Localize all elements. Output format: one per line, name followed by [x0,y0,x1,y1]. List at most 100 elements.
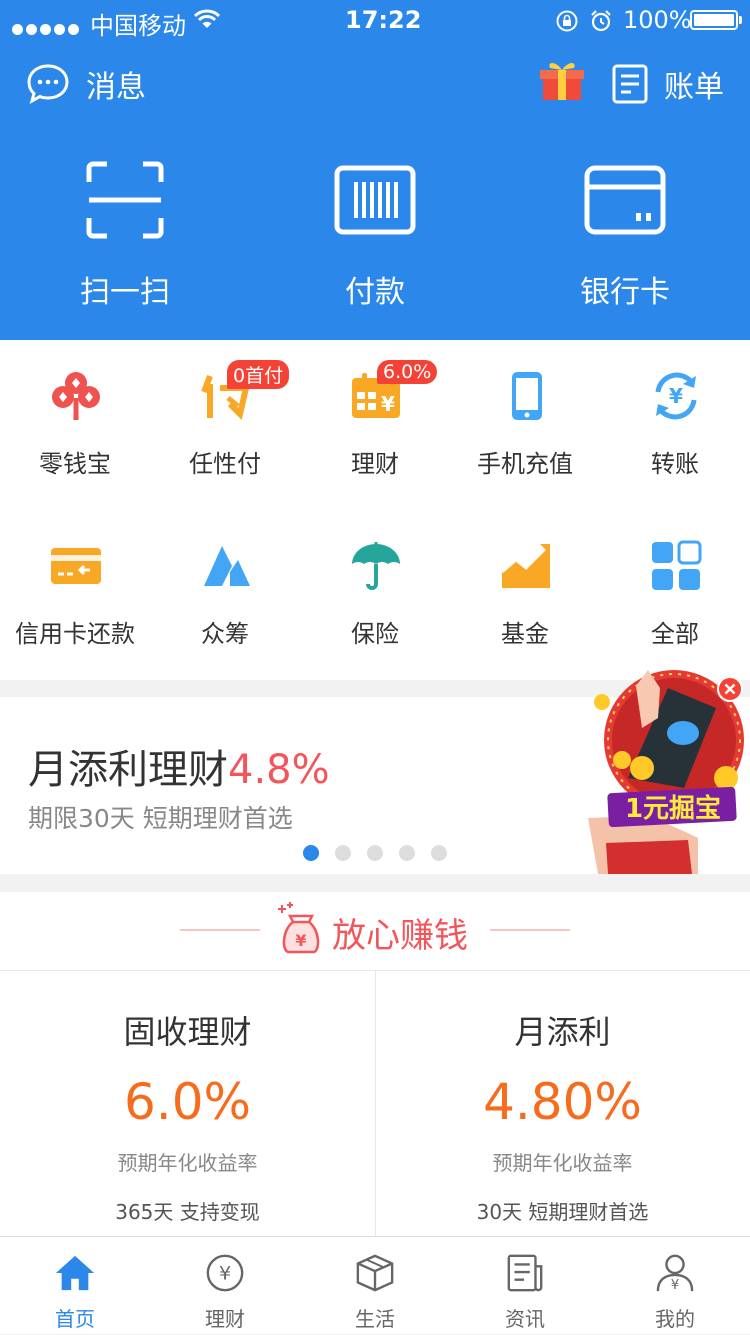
grid-item-all[interactable]: 全部 [600,510,750,680]
carousel-dot[interactable] [431,845,447,861]
grid-item-insurance[interactable]: 保险 [300,510,450,680]
card-rate-label: 预期年化收益率 [492,1151,633,1175]
divider-line [490,929,570,931]
carousel-indicator [303,845,463,861]
credit-card-icon [51,548,101,584]
barcode-icon [334,165,416,235]
svg-text:¥: ¥ [295,931,306,950]
clock: 17:22 [345,6,422,34]
pay-label: 付款 [345,275,405,310]
grid-item-badge: 6.0% [377,360,438,384]
card-rate-label: 预期年化收益率 [117,1151,258,1175]
grid-item-lingqianbao[interactable]: 零钱宝 [0,340,150,510]
grid-item-fund[interactable]: 基金 [450,510,600,680]
bank-card-label: 银行卡 [580,275,670,310]
section-title: 放心赚钱 [332,916,468,956]
bank-card-button[interactable]: 银行卡 [525,155,725,311]
tab-label: 我的 [655,1307,695,1331]
svg-text:¥: ¥ [669,384,683,408]
carousel-dot[interactable] [399,845,415,861]
tab-life[interactable]: 生活 [300,1237,450,1335]
tab-home[interactable]: 首页 [0,1237,150,1335]
tab-label: 理财 [205,1307,245,1331]
home-icon [55,1255,95,1291]
tab-news[interactable]: 资讯 [450,1237,600,1335]
earn-section: ¥ 放心赚钱 固收理财 6.0% 预期年化收益率 365天 支持变现 月添利 4… [0,892,750,1236]
tab-label: 生活 [355,1307,395,1331]
yuan-circle-icon: ¥ [206,1254,244,1292]
card-desc: 365天 支持变现 [115,1200,260,1224]
card-rate: 4.80% [483,1073,642,1131]
fund-chart-icon [501,544,550,588]
clover-icon [52,372,100,420]
carousel-dot[interactable] [335,845,351,861]
crowdfunding-icon [204,546,250,586]
svg-text:¥: ¥ [219,1263,231,1285]
grid-item-crowdfunding[interactable]: 众筹 [150,510,300,680]
promo-float[interactable]: 1元掘宝 [588,668,750,874]
grid-item-label: 转账 [651,450,699,478]
transfer-icon: ¥ [655,372,697,420]
battery-tip [739,16,742,24]
bill-icon [612,64,648,104]
pay-button[interactable]: 付款 [275,155,475,311]
grid-item-transfer[interactable]: ¥ 转账 [600,340,750,510]
grid-item-label: 零钱宝 [39,450,111,478]
messages-button[interactable]: 消息 [26,62,146,106]
messages-label: 消息 [86,70,146,105]
banner-title-text: 月添利理财 [28,747,228,793]
bank-card-icon [584,165,666,235]
signal-icon [12,13,82,41]
product-card-yuetianli[interactable]: 月添利 4.80% 预期年化收益率 30天 短期理财首选 [375,971,750,1236]
gift-icon[interactable] [537,58,587,102]
grid-item-label: 信用卡还款 [15,620,135,648]
tab-bar: 首页 ¥ 理财 生活 资讯 ¥ 我的 [0,1236,750,1334]
tab-licai[interactable]: ¥ 理财 [150,1237,300,1335]
svg-text:¥: ¥ [671,1278,679,1293]
header: 中国移动 17:22 100% 消息 账单 扫一扫 付款 银行卡 [0,0,750,340]
grid-item-badge: 0首付 [227,360,290,389]
umbrella-icon [352,542,400,590]
rotation-lock-icon [556,10,578,32]
tab-mine[interactable]: ¥ 我的 [600,1237,750,1335]
card-title: 固收理财 [123,1013,252,1051]
grid-item-label: 全部 [651,620,699,648]
card-title: 月添利 [514,1013,611,1051]
scan-icon [86,161,164,239]
carousel-dot[interactable] [303,845,319,861]
chat-bubble-icon [27,64,69,105]
grid-item-phone-topup[interactable]: 手机充值 [450,340,600,510]
grid-item-label: 理财 [351,450,399,478]
scan-label: 扫一扫 [80,275,170,310]
money-bag-icon: ¥ [278,902,320,954]
status-bar: 中国移动 17:22 100% [0,0,750,40]
grid-item-label: 手机充值 [477,450,573,478]
feature-grid: 零钱宝 0首付 任性付 ¥ 6.0% 理财 手机充值 ¥ 转账 信用卡还款 众筹… [0,340,750,680]
close-icon[interactable] [717,676,743,702]
all-apps-icon [652,540,702,590]
grid-item-label: 任性付 [189,450,261,478]
grid-item-label: 众筹 [201,620,249,648]
grid-item-credit-card[interactable]: 信用卡还款 [0,510,150,680]
grid-item-licai[interactable]: ¥ 6.0% 理财 [300,340,450,510]
promo-label: 1元掘宝 [624,794,722,824]
section-header: ¥ 放心赚钱 [0,892,750,970]
scan-button[interactable]: 扫一扫 [25,155,225,311]
banner-subtitle: 期限30天 短期理财首选 [28,804,293,833]
card-desc: 30天 短期理财首选 [476,1200,649,1224]
grid-item-renxingfu[interactable]: 0首付 任性付 [150,340,300,510]
user-icon: ¥ [656,1254,694,1293]
banner-rate: 4.8% [228,747,330,793]
phone-icon [512,372,542,420]
bill-label: 账单 [664,70,724,105]
divider-line [180,929,260,931]
product-card-fixed-income[interactable]: 固收理财 6.0% 预期年化收益率 365天 支持变现 [0,971,375,1236]
battery-icon [690,10,738,30]
banner-title: 月添利理财4.8% [28,737,330,795]
bill-button[interactable]: 账单 [612,62,724,106]
grid-item-label: 保险 [351,620,399,648]
tab-label: 资讯 [505,1307,545,1331]
carousel-dot[interactable] [367,845,383,861]
svg-text:¥: ¥ [381,392,395,416]
wifi-icon [194,9,220,28]
